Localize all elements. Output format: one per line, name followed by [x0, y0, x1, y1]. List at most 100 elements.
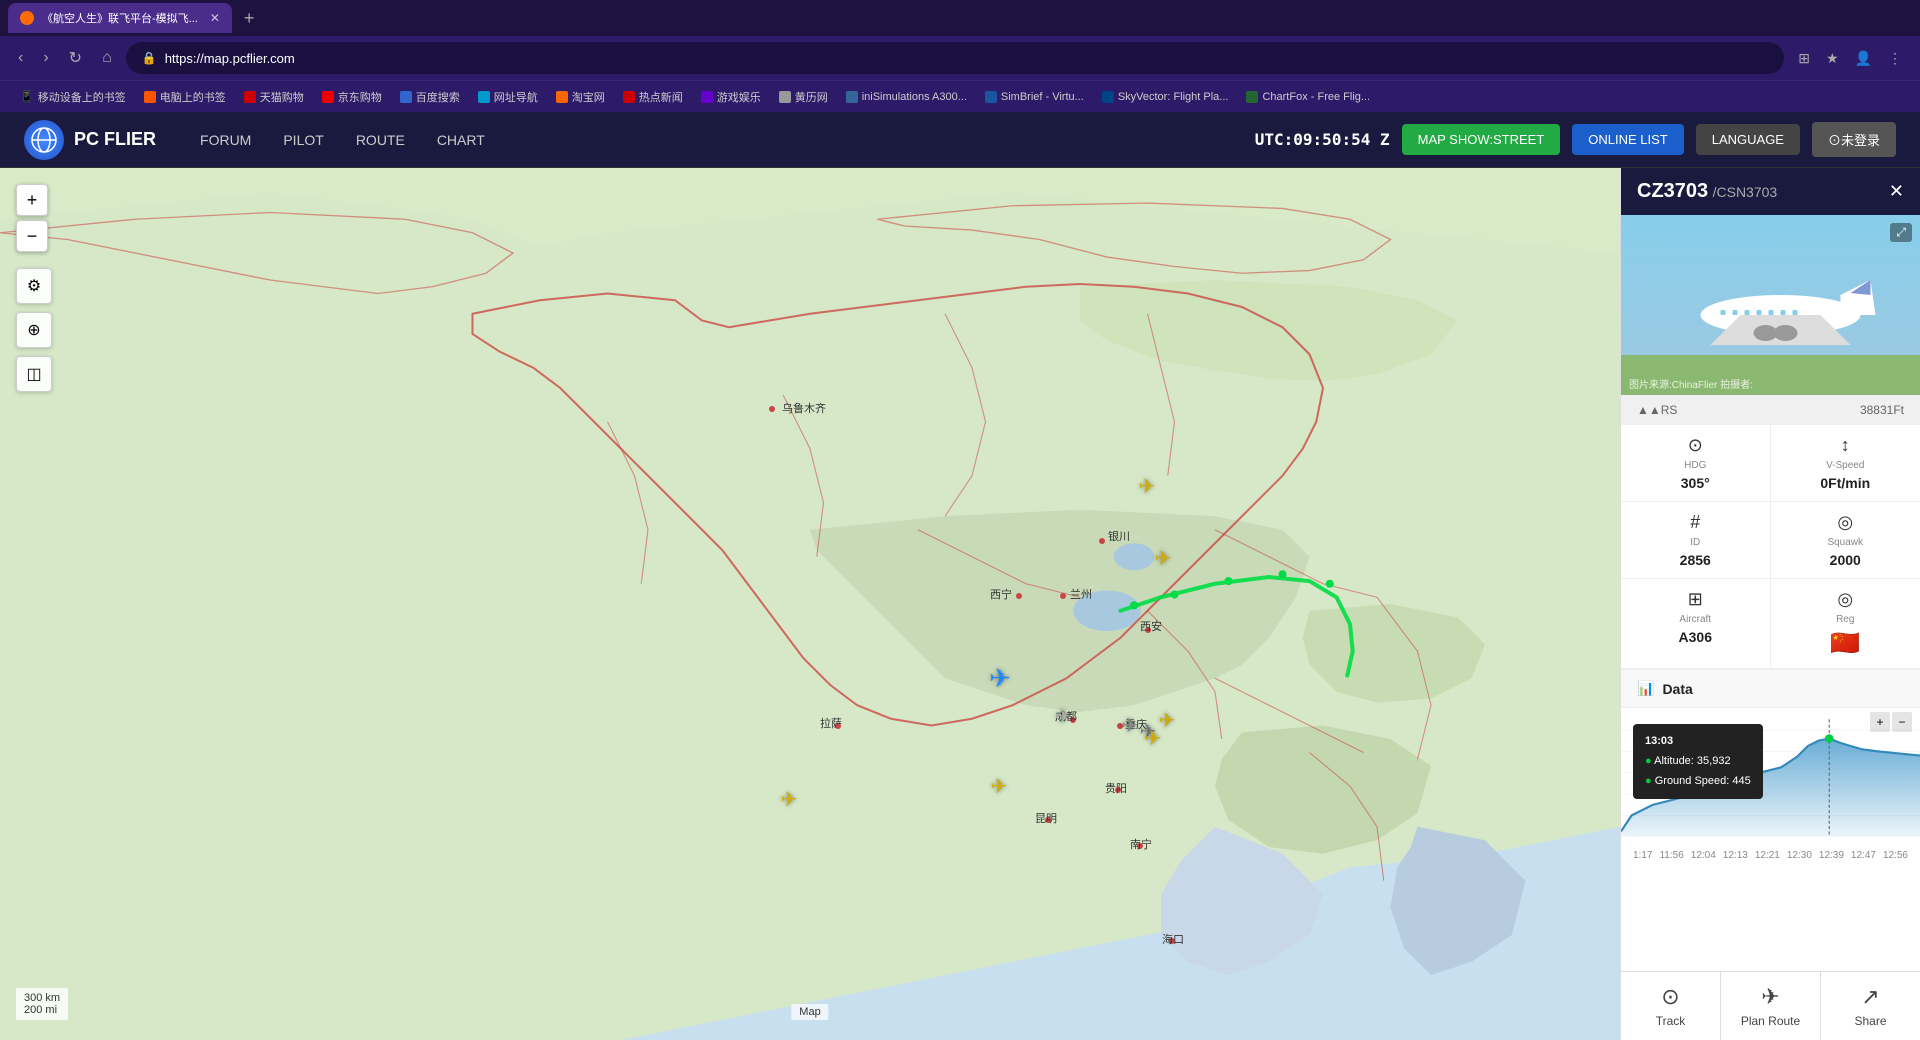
- active-tab[interactable]: 《航空人生》联飞平台-模拟飞... ✕: [8, 3, 232, 33]
- aircraft-icon-2[interactable]: ✈: [1151, 546, 1175, 570]
- forward-button[interactable]: ›: [37, 45, 54, 71]
- bookmark-baidu[interactable]: 百度搜索: [392, 87, 468, 107]
- squawk-icon: ◎: [1837, 512, 1853, 533]
- security-lock-icon: 🔒: [142, 51, 157, 65]
- profile-btn[interactable]: 👤: [1849, 46, 1878, 71]
- new-tab-button[interactable]: +: [236, 8, 263, 29]
- logo-icon: [24, 120, 64, 160]
- nav-pilot[interactable]: PILOT: [271, 126, 335, 154]
- city-dot-nanning: [1137, 843, 1143, 849]
- bookmark-mobile[interactable]: 📱 移动设备上的书签: [12, 87, 134, 107]
- bookmark-shop[interactable]: 天猫购物: [236, 87, 312, 107]
- refresh-button[interactable]: ↻: [63, 44, 88, 72]
- bookmark-tmall[interactable]: 电脑上的书签: [136, 87, 234, 107]
- bookmark-taobao[interactable]: 淘宝网: [548, 87, 613, 107]
- city-dot-kunming: [1045, 817, 1051, 823]
- zoom-out-button[interactable]: −: [16, 220, 48, 252]
- aircraft-icon-1[interactable]: ✈: [1135, 474, 1159, 498]
- app-header: PC FLIER FORUM PILOT ROUTE CHART UTC:09:…: [0, 112, 1920, 168]
- data-section-title: Data: [1662, 681, 1692, 697]
- track-label: Track: [1656, 1014, 1686, 1028]
- main-aircraft-icon[interactable]: ✈: [988, 666, 1012, 690]
- data-chart-icon: 📊: [1637, 680, 1654, 697]
- menu-btn[interactable]: ⋮: [1882, 46, 1908, 71]
- squawk-label: Squawk: [1827, 537, 1863, 548]
- share-button[interactable]: ↗ Share: [1821, 972, 1920, 1040]
- hdg-value: 305°: [1681, 475, 1710, 491]
- reg-cell: ◎ Reg 🇨🇳: [1771, 579, 1920, 669]
- bookmark-skyvector[interactable]: SkyVector: Flight Pla...: [1094, 89, 1237, 105]
- flight-stats-header: ▲▲RS 38831Ft: [1621, 395, 1920, 425]
- aircraft-image: 图片来源:ChinaFlier 拍摄者: ⤢: [1621, 215, 1920, 395]
- speed-cell: ⊙ HDG 305°: [1621, 425, 1771, 502]
- track-button[interactable]: ⊙ Track: [1621, 972, 1721, 1040]
- address-bar[interactable]: 🔒 https://map.pcflier.com: [126, 42, 1785, 74]
- extensions-btn[interactable]: ⊞: [1792, 46, 1816, 71]
- aircraft-type-label: Aircraft: [1679, 614, 1711, 625]
- bookmark-ini[interactable]: iniSimulations A300...: [838, 89, 975, 105]
- bookmark-nav[interactable]: 网址导航: [470, 87, 546, 107]
- reg-flag: 🇨🇳: [1830, 629, 1860, 658]
- logo-text: PC FLIER: [74, 129, 156, 150]
- map-attribution: Map: [791, 1004, 828, 1020]
- tab-favicon: [20, 11, 34, 25]
- image-expand-button[interactable]: ⤢: [1890, 223, 1912, 242]
- location-button[interactable]: ◫: [16, 356, 52, 392]
- bookmark-btn[interactable]: ★: [1820, 46, 1845, 71]
- id-cell: # ID 2856: [1621, 502, 1771, 579]
- aircraft-icon-9[interactable]: ✈: [777, 787, 801, 811]
- reg-label: Reg: [1836, 614, 1854, 625]
- back-button[interactable]: ‹: [12, 45, 29, 71]
- plan-route-button[interactable]: ✈ Plan Route: [1721, 972, 1821, 1040]
- aircraft-icon-3[interactable]: ✈: [1051, 704, 1075, 728]
- vspeed-label: V-Speed: [1826, 460, 1864, 471]
- flight-id: CZ3703 /CSN3703: [1637, 180, 1777, 203]
- chart-zoom-out[interactable]: −: [1892, 712, 1912, 732]
- info-grid: ⊙ HDG 305° ↕ V-Speed 0Ft/min # ID 2856 ◎…: [1621, 425, 1920, 670]
- map-zoom-controls: + −: [16, 184, 48, 252]
- map-container[interactable]: + − ⚙ ⊕ ◫ 乌鲁木齐 银川 兰州 西宁 西安 拉萨 成都 重庆 贵阳 昆…: [0, 168, 1620, 1040]
- chart-zoom-controls: + −: [1870, 712, 1912, 732]
- close-panel-button[interactable]: ✕: [1889, 181, 1904, 202]
- id-value: 2856: [1680, 552, 1711, 568]
- browser-chrome: 《航空人生》联飞平台-模拟飞... ✕ + ‹ › ↻ ⌂ 🔒 https://…: [0, 0, 1920, 112]
- settings-button[interactable]: ⚙: [16, 268, 52, 304]
- bookmark-games[interactable]: 游戏娱乐: [693, 87, 769, 107]
- nav-forum[interactable]: FORUM: [188, 126, 263, 154]
- home-button[interactable]: ⌂: [96, 45, 118, 71]
- right-panel: CZ3703 /CSN3703 ✕: [1620, 168, 1920, 1040]
- aircraft-icon-7[interactable]: ✈: [1155, 708, 1179, 732]
- chart-zoom-in[interactable]: +: [1870, 712, 1890, 732]
- bookmark-news[interactable]: 热点新闻: [615, 87, 691, 107]
- browser-actions: ⊞ ★ 👤 ⋮: [1792, 46, 1908, 71]
- mobile-icon: 📱: [20, 90, 34, 103]
- city-dot-xian: [1145, 627, 1151, 633]
- city-dot-yinchuan: [1099, 538, 1105, 544]
- tab-title: 《航空人生》联飞平台-模拟飞...: [42, 10, 198, 26]
- language-button[interactable]: LANGUAGE: [1696, 124, 1800, 155]
- bookmark-chartfox[interactable]: ChartFox - Free Flig...: [1238, 89, 1378, 105]
- map-scale: 300 km 200 mi: [16, 988, 68, 1020]
- stats-right: 38831Ft: [1860, 403, 1904, 417]
- aircraft-icon-8[interactable]: ✈: [987, 774, 1011, 798]
- online-list-button[interactable]: ONLINE LIST: [1572, 124, 1683, 155]
- plan-route-label: Plan Route: [1741, 1014, 1800, 1028]
- id-icon: #: [1690, 512, 1700, 533]
- bookmark-calendar[interactable]: 黄历网: [771, 87, 836, 107]
- id-label: ID: [1690, 537, 1700, 548]
- login-button[interactable]: ⊙未登录: [1812, 122, 1896, 157]
- data-chart: 13:03 ● Altitude: 35,932 ● Ground Speed:…: [1621, 708, 1920, 848]
- vspeed-value: 0Ft/min: [1820, 475, 1870, 491]
- logo: PC FLIER: [24, 120, 156, 160]
- city-dot-guiyang: [1115, 787, 1121, 793]
- nav-chart[interactable]: CHART: [425, 126, 497, 154]
- squawk-value: 2000: [1830, 552, 1861, 568]
- map-show-button[interactable]: MAP SHOW:STREET: [1402, 124, 1561, 155]
- bookmark-jd[interactable]: 京东购物: [314, 87, 390, 107]
- zoom-in-button[interactable]: +: [16, 184, 48, 216]
- bookmark-simbrief[interactable]: SimBrief - Virtu...: [977, 89, 1092, 105]
- layers-button[interactable]: ⊕: [16, 312, 52, 348]
- tab-close-btn[interactable]: ✕: [210, 11, 220, 25]
- nav-route[interactable]: ROUTE: [344, 126, 417, 154]
- tab-bar: 《航空人生》联飞平台-模拟飞... ✕ +: [0, 0, 1920, 36]
